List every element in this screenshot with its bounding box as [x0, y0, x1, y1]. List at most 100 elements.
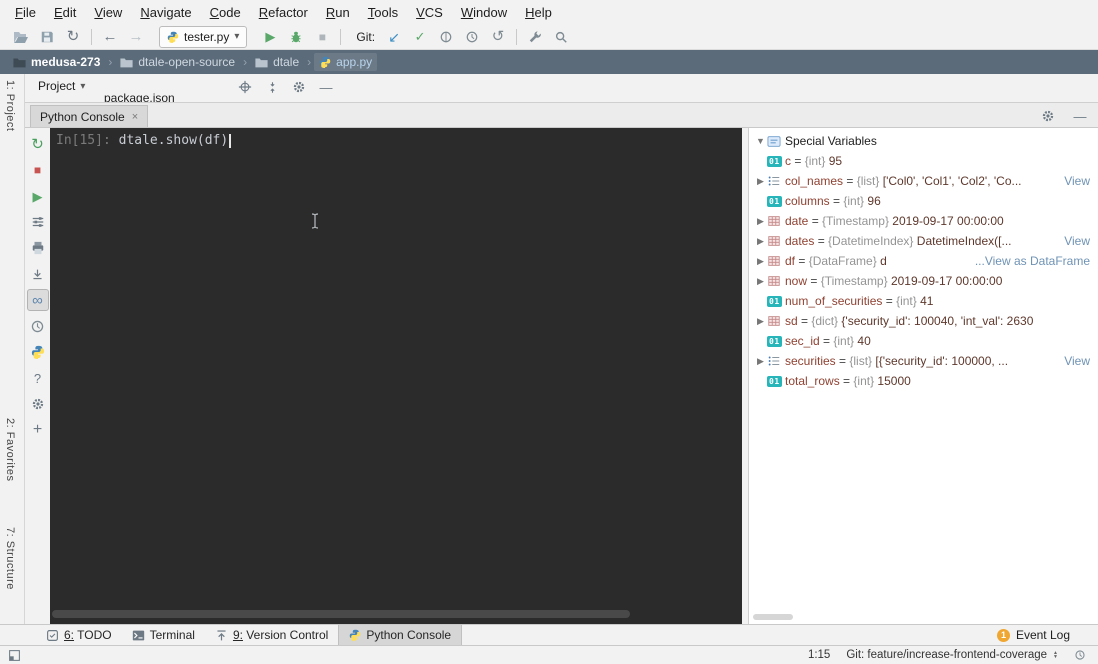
equals-sign: =	[882, 294, 896, 308]
settings-icon[interactable]	[1038, 106, 1058, 126]
stop-red-icon[interactable]: ■	[27, 159, 49, 181]
variable-row-columns[interactable]: 01columns = {int} 96	[749, 191, 1098, 211]
variable-row-num_of_securities[interactable]: 01num_of_securities = {int} 41	[749, 291, 1098, 311]
tab-python-console[interactable]: Python Console ×	[30, 105, 148, 127]
equals-sign: =	[807, 274, 821, 288]
variable-value: DatetimeIndex([...	[917, 234, 1012, 248]
breadcrumb-item-medusa-273[interactable]: medusa-273	[8, 53, 105, 71]
variables-root-row[interactable]: ▼Special Variables	[749, 131, 1098, 151]
tool-window-button-favorites[interactable]: 2: Favorites	[4, 418, 16, 481]
breadcrumb-item-dtale-open-source[interactable]: dtale-open-source	[115, 53, 240, 71]
rerun-icon[interactable]: ↻	[27, 133, 49, 155]
tool-window-tab-9-version-control[interactable]: 9: Version Control	[205, 625, 338, 645]
breadcrumb-item-dtale[interactable]: dtale	[250, 53, 304, 71]
git-branch-widget[interactable]: Git: feature/increase-frontend-coverage …	[846, 649, 1058, 661]
pycharm-window: FileEditViewNavigateCodeRefactorRunTools…	[0, 0, 1098, 664]
tree-collapsed-icon[interactable]: ▶	[754, 356, 767, 366]
debug-icon[interactable]	[283, 26, 309, 48]
run-icon[interactable]: ▶	[257, 26, 283, 48]
save-icon[interactable]	[34, 26, 60, 48]
git-compare-icon[interactable]	[433, 26, 459, 48]
stop-icon[interactable]: ■	[309, 26, 335, 48]
variable-row-c[interactable]: 01c = {int} 95	[749, 151, 1098, 171]
tree-collapsed-icon[interactable]: ▶	[754, 316, 767, 326]
close-icon[interactable]: ×	[132, 111, 138, 123]
project-panel-selector[interactable]: Project ▾	[38, 79, 85, 93]
tool-window-tab-6-todo[interactable]: 6: TODO	[36, 625, 122, 645]
tool-window-button-structure[interactable]: 7: Structure	[4, 527, 16, 590]
back-icon[interactable]: ←	[97, 26, 123, 48]
tree-collapsed-icon[interactable]: ▶	[754, 176, 767, 186]
view-link[interactable]: View	[1058, 354, 1090, 368]
forward-icon[interactable]: →	[123, 26, 149, 48]
view-link[interactable]: View	[1058, 174, 1090, 188]
python-console-editor[interactable]: In[15]: dtale.show(df)	[50, 128, 742, 624]
tool-window-button-project[interactable]: 1: Project	[4, 80, 16, 131]
git-commit-icon[interactable]: ✓	[407, 26, 433, 48]
menu-view[interactable]: View	[85, 3, 131, 22]
locate-icon[interactable]	[235, 77, 255, 97]
scroll-end-icon[interactable]	[27, 263, 49, 285]
tree-collapsed-icon[interactable]: ▶	[754, 236, 767, 246]
add-icon[interactable]: +	[27, 419, 49, 441]
variables-horizontal-scrollbar[interactable]	[753, 614, 793, 620]
menu-window[interactable]: Window	[452, 3, 516, 22]
variable-value: {'security_id': 100040, 'int_val': 2630	[841, 314, 1033, 328]
menu-vcs[interactable]: VCS	[407, 3, 452, 22]
variable-row-df[interactable]: ▶df = {DataFrame} d...View as DataFrame	[749, 251, 1098, 271]
variable-row-sd[interactable]: ▶sd = {dict} {'security_id': 100040, 'in…	[749, 311, 1098, 331]
sync-icon[interactable]: ↻	[60, 26, 86, 48]
menu-refactor[interactable]: Refactor	[250, 3, 317, 22]
variable-row-sec_id[interactable]: 01sec_id = {int} 40	[749, 331, 1098, 351]
variable-row-now[interactable]: ▶now = {Timestamp} 2019-09-17 00:00:00	[749, 271, 1098, 291]
settings-icon[interactable]	[27, 393, 49, 415]
menu-navigate[interactable]: Navigate	[131, 3, 200, 22]
tool-window-tab-python-console[interactable]: Python Console	[338, 625, 462, 645]
history-icon[interactable]	[27, 315, 49, 337]
tree-collapsed-icon[interactable]: ▶	[754, 216, 767, 226]
git-rollback-icon[interactable]: ↺	[485, 26, 511, 48]
menu-file[interactable]: File	[6, 3, 45, 22]
mouse-ibeam-cursor	[310, 212, 320, 230]
console-toolbar: ↻ ■ ▶ ∞? +	[25, 128, 50, 624]
help-icon[interactable]: ?	[27, 367, 49, 389]
wrench-icon[interactable]	[522, 26, 548, 48]
menu-help[interactable]: Help	[516, 3, 561, 22]
settings-icon[interactable]	[289, 77, 309, 97]
collapse-all-icon[interactable]	[262, 77, 282, 97]
tool-window-toggle-icon[interactable]	[8, 649, 21, 662]
console-input-line: In[15]: dtale.show(df)	[56, 133, 231, 148]
event-log-button[interactable]: 1 Event Log	[997, 628, 1070, 642]
menu-tools[interactable]: Tools	[359, 3, 407, 22]
variable-row-total_rows[interactable]: 01total_rows = {int} 15000	[749, 371, 1098, 391]
menu-edit[interactable]: Edit	[45, 3, 85, 22]
caret-position[interactable]: 1:15	[808, 649, 830, 661]
open-folder-icon[interactable]	[8, 26, 34, 48]
menu-code[interactable]: Code	[201, 3, 250, 22]
breadcrumb-item-app.py[interactable]: app.py	[314, 53, 377, 71]
hide-icon[interactable]: —	[1070, 106, 1090, 126]
view-link[interactable]: View	[1058, 234, 1090, 248]
tree-expanded-icon[interactable]: ▼	[754, 136, 767, 146]
run-config-selector[interactable]: tester.py▾	[159, 26, 247, 48]
soft-wrap-icon[interactable]: ∞	[27, 289, 49, 311]
view-link[interactable]: ...View as DataFrame	[969, 254, 1090, 268]
variable-row-date[interactable]: ▶date = {Timestamp} 2019-09-17 00:00:00	[749, 211, 1098, 231]
play-icon[interactable]: ▶	[27, 185, 49, 207]
git-history-icon[interactable]	[459, 26, 485, 48]
variable-row-securities[interactable]: ▶securities = {list} [{'security_id': 10…	[749, 351, 1098, 371]
hide-icon[interactable]: —	[316, 77, 336, 97]
git-update-icon[interactable]: ↙	[381, 26, 407, 48]
tool-window-tab-terminal[interactable]: Terminal	[122, 625, 205, 645]
variable-row-col_names[interactable]: ▶col_names = {list} ['Col0', 'Col1', 'Co…	[749, 171, 1098, 191]
project-tree-item-package-json[interactable]: package.json	[100, 91, 175, 103]
tree-collapsed-icon[interactable]: ▶	[754, 256, 767, 266]
tree-collapsed-icon[interactable]: ▶	[754, 276, 767, 286]
print-icon[interactable]	[27, 237, 49, 259]
execute-icon[interactable]	[27, 211, 49, 233]
search-icon[interactable]	[548, 26, 574, 48]
variable-row-dates[interactable]: ▶dates = {DatetimeIndex} DatetimeIndex([…	[749, 231, 1098, 251]
menu-run[interactable]: Run	[317, 3, 359, 22]
console-horizontal-scrollbar[interactable]	[52, 610, 630, 618]
python-pkg-icon[interactable]	[27, 341, 49, 363]
